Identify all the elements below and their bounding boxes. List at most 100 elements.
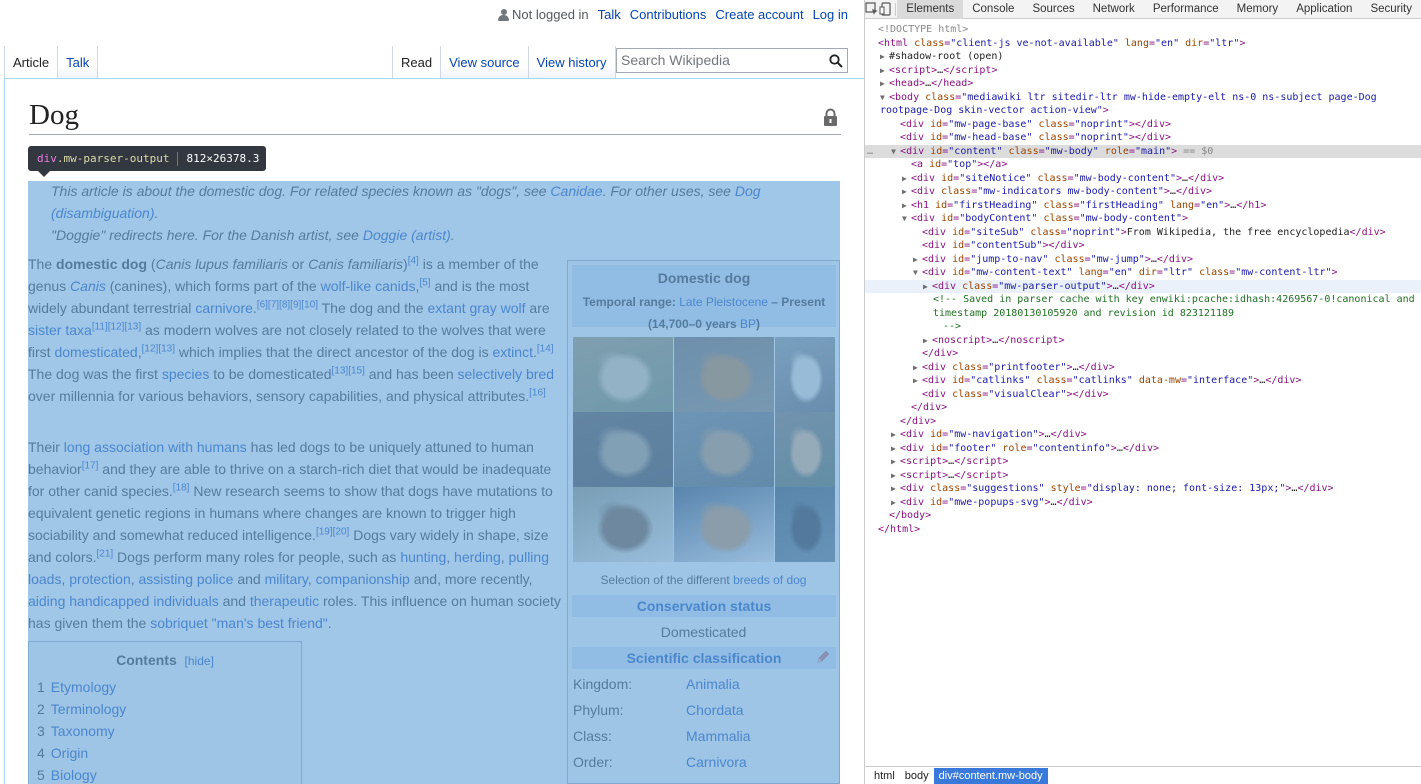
dom-node[interactable]: ▶ <div id="siteNotice" class="mw-body-con…: [865, 172, 1421, 186]
dom-node[interactable]: </div>: [865, 401, 1421, 415]
dog-photo-golden-puppy[interactable]: [573, 337, 673, 412]
table-of-contents: Contents [hide] 1 Etymology 2 Terminology …: [28, 641, 302, 784]
dom-node[interactable]: <div id="contentSub"></div>: [865, 239, 1421, 253]
toc-item[interactable]: 5 Biology: [37, 764, 301, 784]
dom-comment[interactable]: -->: [865, 320, 1421, 334]
animalia-link[interactable]: Animalia: [686, 676, 740, 692]
dom-node[interactable]: </div>: [865, 415, 1421, 429]
conservation-status-header[interactable]: Conservation status: [572, 595, 836, 617]
dom-node[interactable]: </div>: [865, 347, 1421, 361]
tab-view-history[interactable]: View history: [528, 46, 616, 79]
dog-photo-boxer[interactable]: [674, 412, 774, 487]
breeds-of-dog-link[interactable]: breeds of dog: [733, 573, 806, 587]
tab-article[interactable]: Article: [4, 46, 59, 79]
devtools-tab-performance[interactable]: Performance: [1144, 0, 1228, 19]
dog-photo-newfoundland[interactable]: [775, 487, 835, 562]
toc-link[interactable]: Etymology: [51, 679, 116, 695]
dom-comment[interactable]: timestamp 20180130105920 and revision id…: [865, 307, 1421, 321]
tab-read[interactable]: Read: [392, 46, 442, 79]
mammalia-link[interactable]: Mammalia: [686, 728, 751, 744]
tooltip-tag: div: [37, 152, 57, 165]
talk-link[interactable]: Talk: [598, 7, 621, 22]
toc-item[interactable]: 2 Terminology: [37, 698, 301, 720]
devtools-tab-memory[interactable]: Memory: [1228, 0, 1288, 19]
contributions-link[interactable]: Contributions: [630, 7, 707, 22]
dom-node[interactable]: ▶ <div id="footer" role="contentinfo">…</…: [865, 442, 1421, 456]
toc-item[interactable]: 1 Etymology: [37, 676, 301, 698]
devtools-tab-network[interactable]: Network: [1084, 0, 1144, 19]
crumb-content[interactable]: div#content.mw-body: [933, 767, 1048, 784]
dom-node[interactable]: <div id="mw-page-base" class="noprint"><…: [865, 118, 1421, 132]
dom-node[interactable]: ▶ #shadow-root (open): [865, 50, 1421, 64]
toc-link[interactable]: Origin: [51, 745, 88, 761]
chordata-link[interactable]: Chordata: [686, 702, 744, 718]
dom-node[interactable]: ▶ <div id="mwe-popups-svg">…</div>: [865, 496, 1421, 510]
late-pleistocene-link[interactable]: Late Pleistocene: [679, 295, 768, 309]
dog-photo-beagle[interactable]: [573, 487, 673, 562]
dom-node[interactable]: ▶ <div id="mw-navigation">…</div>: [865, 428, 1421, 442]
tab-talk[interactable]: Talk: [58, 46, 99, 79]
lock-icon[interactable]: [823, 108, 838, 126]
dog-photo-yorkshire-terrier[interactable]: [573, 412, 673, 487]
log-in-link[interactable]: Log in: [813, 7, 848, 22]
crumb-html[interactable]: html: [869, 768, 900, 784]
devtools-tab-security[interactable]: Security: [1361, 0, 1421, 19]
toc-item[interactable]: 4 Origin: [37, 742, 301, 764]
search-input[interactable]: [617, 49, 817, 71]
devtools-tab-elements[interactable]: Elements: [897, 0, 964, 19]
dom-node[interactable]: ▶ <div class="printfooter">…</div>: [865, 361, 1421, 375]
devtools-tab-application[interactable]: Application: [1287, 0, 1361, 19]
carnivora-link[interactable]: Carnivora: [686, 754, 747, 770]
devtools-tab-sources[interactable]: Sources: [1023, 0, 1083, 19]
toc-item[interactable]: 3 Taxonomy: [37, 720, 301, 742]
dom-node[interactable]: <div id="mw-head-base" class="noprint"><…: [865, 131, 1421, 145]
dom-node[interactable]: ▶ <script>…</script>: [865, 469, 1421, 483]
dom-node[interactable]: ▶ <noscript>…</noscript>: [865, 334, 1421, 348]
scientific-classification-header[interactable]: Scientific classification: [572, 647, 836, 669]
hatnote: "Doggie" redirects here. For the Danish …: [51, 224, 791, 246]
create-account-link[interactable]: Create account: [715, 7, 803, 22]
dom-node[interactable]: ▶ <script>…</script>: [865, 455, 1421, 469]
doggie-artist-link[interactable]: Doggie (artist): [363, 227, 451, 243]
dom-node[interactable]: <html class="client-js ve-not-available"…: [865, 37, 1421, 51]
dom-node[interactable]: ▼ <div id="mw-content-text" lang="en" dir…: [865, 266, 1421, 280]
dom-node-hovered[interactable]: ▶ <div class="mw-parser-output">…</div>: [865, 279, 1421, 293]
dom-node[interactable]: </html>: [865, 523, 1421, 537]
dog-photo-pomeranian[interactable]: [775, 412, 835, 487]
crumb-body[interactable]: body: [900, 768, 934, 784]
dom-node[interactable]: rootpage-Dog skin-vector action-view">: [865, 104, 1421, 118]
search-icon[interactable]: [829, 54, 843, 68]
dom-node[interactable]: ▶ <div id="catlinks" class="catlinks" dat…: [865, 374, 1421, 388]
dom-node[interactable]: ▶ <head>…</head>: [865, 77, 1421, 91]
toc-link[interactable]: Biology: [51, 767, 97, 783]
pencil-icon[interactable]: [816, 650, 830, 664]
dom-node[interactable]: ▼ <body class="mediawiki ltr sitedir-ltr …: [865, 91, 1421, 105]
dom-node[interactable]: ▶ <div class="suggestions" style="display…: [865, 482, 1421, 496]
toc-link[interactable]: Taxonomy: [51, 723, 115, 739]
dog-photo-white-terrier[interactable]: [775, 337, 835, 412]
tab-view-source[interactable]: View source: [441, 46, 529, 79]
inspect-element-icon[interactable]: [865, 0, 879, 19]
toc-hide-toggle[interactable]: [hide]: [185, 654, 214, 668]
dom-node[interactable]: <!DOCTYPE html>: [865, 23, 1421, 37]
dom-node[interactable]: <div id="siteSub" class="noprint">From W…: [865, 226, 1421, 240]
dom-node[interactable]: ▶ <div class="mw-indicators mw-body-conte…: [865, 185, 1421, 199]
bp-link[interactable]: BP: [740, 317, 756, 331]
dog-photo-golden-retriever[interactable]: [674, 337, 774, 412]
dom-node[interactable]: </body>: [865, 509, 1421, 523]
dom-comment[interactable]: <!-- Saved in parser cache with key enwi…: [865, 293, 1421, 307]
dom-node[interactable]: ▶ <div id="jump-to-nav" class="mw-jump">……: [865, 253, 1421, 267]
dom-node[interactable]: ▼ <div id="bodyContent" class="mw-body-co…: [865, 212, 1421, 226]
dom-node[interactable]: ▶ <script>…</script>: [865, 64, 1421, 78]
dog-photo-basset-hound[interactable]: [674, 487, 774, 562]
dom-node-selected[interactable]: … ▼ <div id="content" class="mw-body" rol…: [865, 144, 1421, 158]
classification-row: Phylum: Chordata: [573, 702, 837, 718]
toc-link[interactable]: Terminology: [51, 701, 126, 717]
dom-node[interactable]: <a id="top"></a>: [865, 158, 1421, 172]
dom-node[interactable]: <div class="visualClear"></div>: [865, 388, 1421, 402]
dom-node[interactable]: ▶ <h1 id="firstHeading" class="firstHeadi…: [865, 199, 1421, 213]
dom-tree[interactable]: <!DOCTYPE html> <html class="client-js v…: [865, 22, 1421, 762]
devtools-tab-console[interactable]: Console: [963, 0, 1023, 19]
canidae-link[interactable]: Canidae: [550, 183, 602, 199]
device-toolbar-icon[interactable]: [879, 0, 893, 19]
